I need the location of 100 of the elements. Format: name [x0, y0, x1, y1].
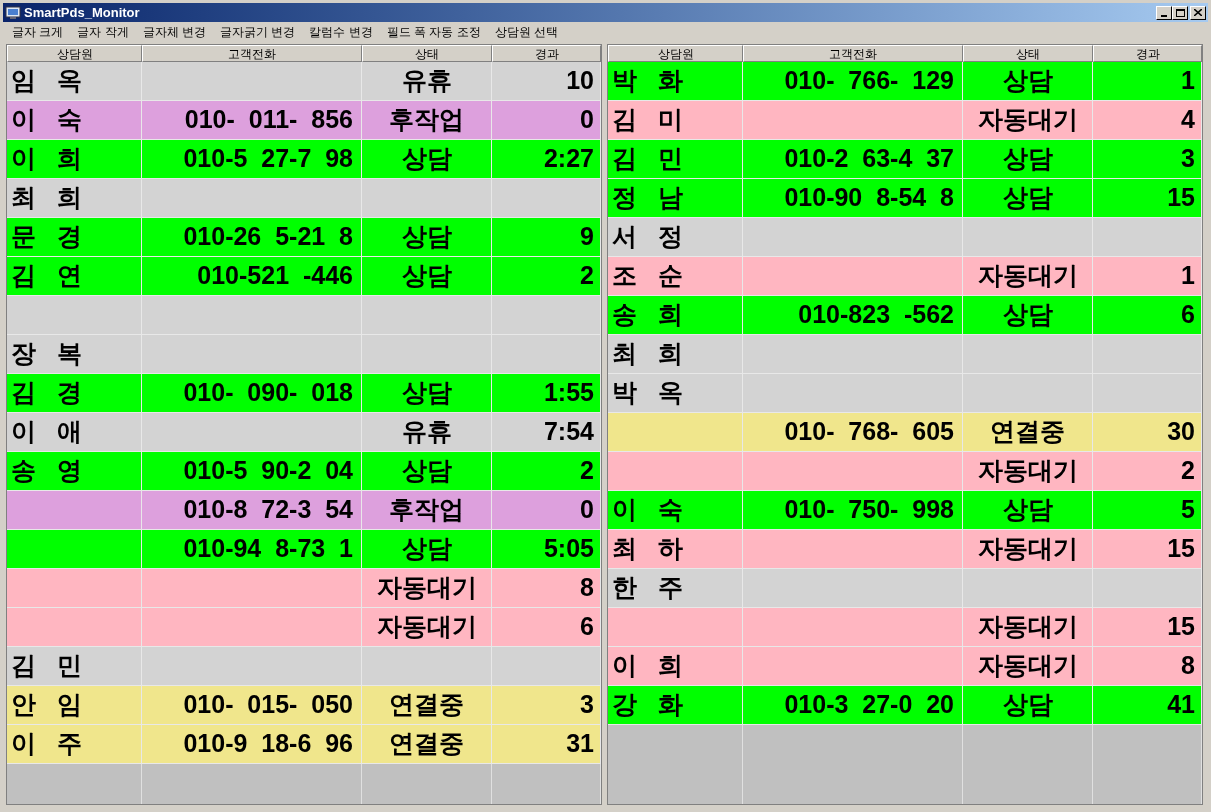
elapsed-cell-text: 41: [1167, 689, 1195, 721]
agent-cell-text: 김 경: [11, 377, 82, 409]
phone-cell-text: 010- 090- 018: [183, 377, 353, 409]
status-cell-text: 상담: [1002, 143, 1053, 175]
elapsed-cell-text: 5: [1181, 494, 1195, 526]
elapsed-cell-text: 10: [566, 65, 594, 97]
menu-item[interactable]: 필드 폭 자동 조정: [379, 23, 488, 41]
agent-cell-text: 김 미: [612, 104, 683, 136]
column-header[interactable]: 상태: [362, 45, 492, 62]
agent-cell-text: 정 남: [612, 182, 683, 214]
agent-cell-text: 송 영: [11, 455, 82, 487]
phone-cell-text: 010-94 8-73 1: [183, 533, 353, 565]
agent-cell-text: 박 옥: [612, 377, 683, 409]
phone-cell-text: 010-9 18-6 96: [183, 728, 353, 760]
phone-cell-text: 010-3 27-0 20: [784, 689, 954, 721]
status-cell-text: 연결중: [389, 728, 464, 760]
elapsed-cell-text: 2: [1181, 455, 1195, 487]
status-cell-text: 자동대기: [977, 455, 1078, 487]
phone-cell-text: 010- 766- 129: [784, 65, 954, 97]
elapsed-cell-text: 8: [580, 572, 594, 604]
status-cell-text: 상담: [1002, 65, 1053, 97]
status-cell-text: 상담: [401, 533, 452, 565]
elapsed-cell-text: 31: [566, 728, 594, 760]
maximize-button[interactable]: [1172, 5, 1188, 20]
elapsed-cell-text: 15: [1167, 611, 1195, 643]
menu-item[interactable]: 글자체 변경: [135, 23, 214, 41]
status-cell-text: 상담: [401, 377, 452, 409]
elapsed-cell-text: 15: [1167, 533, 1195, 565]
agent-cell-text: 임 옥: [11, 65, 82, 97]
elapsed-cell-text: 2: [580, 260, 594, 292]
phone-cell-text: 010- 768- 605: [784, 416, 954, 448]
agent-cell-text: 박 화: [612, 65, 683, 97]
elapsed-cell-text: 0: [580, 104, 594, 136]
status-cell-text: 연결중: [990, 416, 1065, 448]
status-cell-text: 자동대기: [376, 611, 477, 643]
agent-cell-text: 강 화: [612, 689, 683, 721]
agent-cell-text: 최 희: [11, 182, 82, 214]
status-cell-text: 유휴: [401, 65, 452, 97]
status-cell-text: 자동대기: [977, 533, 1078, 565]
agent-cell-text: 김 민: [11, 650, 82, 682]
close-button[interactable]: [1190, 5, 1206, 20]
phone-cell-text: 010- 015- 050: [183, 689, 353, 721]
status-cell-text: 후작업: [389, 494, 464, 526]
status-cell-text: 상담: [1002, 689, 1053, 721]
status-cell-text: 상담: [1002, 299, 1053, 331]
column-header[interactable]: 상담원: [7, 45, 142, 62]
column-header[interactable]: 고객전화: [142, 45, 362, 62]
agent-cell-text: 김 민: [612, 143, 683, 175]
phone-cell-text: 010-2 63-4 37: [784, 143, 954, 175]
column-header[interactable]: 상태: [963, 45, 1093, 62]
status-cell-text: 연결중: [389, 689, 464, 721]
phone-cell-text: 010-8 72-3 54: [183, 494, 353, 526]
column-header[interactable]: 고객전화: [743, 45, 963, 62]
status-cell-text: 상담: [401, 455, 452, 487]
elapsed-cell-text: 8: [1181, 650, 1195, 682]
window-title: SmartPds_Monitor: [24, 3, 141, 22]
column-header[interactable]: 상담원: [608, 45, 743, 62]
menu-item[interactable]: 상담원 선택: [487, 23, 566, 41]
elapsed-cell-text: 5:05: [543, 533, 594, 565]
agent-cell-text: 문 경: [11, 221, 82, 253]
elapsed-cell-text: 2:27: [543, 143, 594, 175]
elapsed-cell-text: 30: [1167, 416, 1195, 448]
elapsed-cell-text: 15: [1167, 182, 1195, 214]
phone-cell-text: 010-823 -562: [798, 299, 954, 331]
elapsed-cell-text: 6: [580, 611, 594, 643]
monitor-icon: [5, 5, 21, 20]
elapsed-cell-text: 3: [580, 689, 594, 721]
status-cell-text: 상담: [1002, 494, 1053, 526]
agent-cell-text: 이 희: [612, 650, 683, 682]
menu-item[interactable]: 칼럼수 변경: [302, 23, 380, 41]
elapsed-cell-text: 2: [580, 455, 594, 487]
phone-cell-text: 010-5 90-2 04: [183, 455, 353, 487]
column-header[interactable]: 경과: [1093, 45, 1202, 62]
elapsed-cell-text: 0: [580, 494, 594, 526]
column-header[interactable]: 경과: [492, 45, 601, 62]
agent-cell-text: 김 연: [11, 260, 82, 292]
phone-cell-text: 010-521 -446: [197, 260, 353, 292]
status-cell-text: 상담: [401, 143, 452, 175]
phone-cell-text: 010- 011- 856: [184, 104, 353, 136]
status-cell-text: 자동대기: [376, 572, 477, 604]
status-cell-text: 상담: [401, 260, 452, 292]
menu-item[interactable]: 글자 크게: [5, 23, 71, 41]
status-cell-text: 자동대기: [977, 260, 1078, 292]
status-cell-text: 후작업: [389, 104, 464, 136]
agent-cell-text: 이 희: [11, 143, 82, 175]
phone-cell-text: 010- 750- 998: [784, 494, 954, 526]
phone-cell-text: 010-26 5-21 8: [183, 221, 353, 253]
close-icon: [1194, 9, 1202, 16]
agent-cell-text: 최 희: [612, 338, 683, 370]
agent-cell-text: 이 주: [11, 728, 82, 760]
minimize-button[interactable]: [1156, 5, 1172, 20]
menu-item[interactable]: 글자굵기 변경: [213, 23, 303, 41]
elapsed-cell-text: 9: [580, 221, 594, 253]
agent-cell-text: 이 숙: [612, 494, 683, 526]
elapsed-cell-text: 1:55: [543, 377, 594, 409]
menu-item[interactable]: 글자 작게: [70, 23, 136, 41]
elapsed-cell-text: 6: [1181, 299, 1195, 331]
elapsed-cell-text: 4: [1181, 104, 1195, 136]
agent-cell-text: 이 숙: [11, 104, 82, 136]
agent-cell-text: 안 임: [11, 689, 82, 721]
